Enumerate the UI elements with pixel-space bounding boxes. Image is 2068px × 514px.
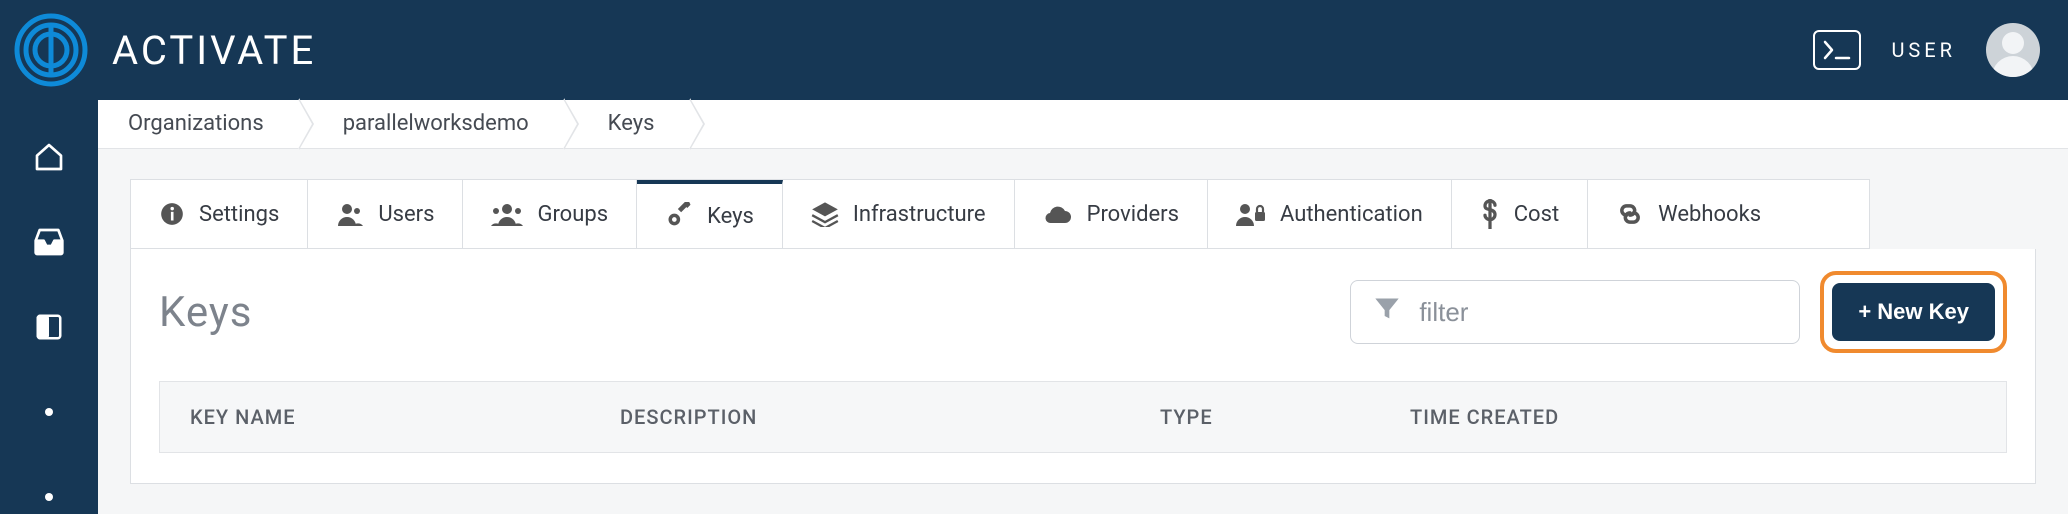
panel-actions: + New Key — [1350, 271, 2007, 353]
rail-dot-1[interactable] — [31, 394, 67, 429]
filter-input[interactable] — [1419, 297, 1777, 328]
tab-providers[interactable]: Providers — [1015, 180, 1208, 248]
layers-icon — [811, 201, 839, 227]
tab-label: Providers — [1087, 202, 1179, 227]
col-key-name: KEY NAME — [160, 405, 590, 429]
filter-icon — [1373, 295, 1401, 330]
terminal-icon[interactable] — [1813, 30, 1861, 70]
brand-name: ACTIVATE — [112, 27, 316, 74]
new-key-button[interactable]: + New Key — [1832, 283, 1995, 341]
left-rail — [0, 100, 98, 514]
user-icon — [336, 201, 364, 227]
tab-users[interactable]: Users — [308, 180, 463, 248]
tab-cost[interactable]: Cost — [1452, 180, 1588, 248]
keys-panel: Keys + New Key — [130, 249, 2036, 484]
breadcrumb-item-keys[interactable]: Keys — [564, 100, 690, 148]
group-icon — [491, 202, 523, 226]
tab-groups[interactable]: Groups — [463, 180, 637, 248]
breadcrumb-item-organizations[interactable]: Organizations — [98, 100, 299, 148]
cloud-icon — [1043, 203, 1073, 225]
sidebar-panel-icon[interactable] — [31, 310, 67, 345]
tab-keys[interactable]: Keys — [637, 180, 783, 248]
inbox-icon[interactable] — [31, 225, 67, 260]
breadcrumb-item-org[interactable]: parallelworksdemo — [299, 100, 564, 148]
topbar-right: USER — [1813, 23, 2040, 77]
tab-label: Users — [378, 202, 434, 227]
tab-label: Settings — [199, 202, 279, 227]
breadcrumb: Organizations parallelworksdemo Keys — [98, 100, 2068, 149]
tab-label: Cost — [1514, 202, 1559, 227]
dollar-icon — [1480, 199, 1500, 229]
col-type: TYPE — [1130, 405, 1380, 429]
tab-settings[interactable]: Settings — [131, 180, 308, 248]
panel-zone: Settings Users Groups Keys Infrastructur… — [98, 149, 2068, 514]
tab-label: Infrastructure — [853, 202, 986, 227]
keys-table: KEY NAME DESCRIPTION TYPE TIME CREATED — [159, 381, 2007, 453]
tab-webhooks[interactable]: Webhooks — [1588, 180, 1789, 248]
user-label: USER — [1891, 38, 1956, 62]
home-icon[interactable] — [31, 140, 67, 175]
topbar: ACTIVATE USER — [0, 0, 2068, 100]
link-icon — [1616, 201, 1644, 227]
tab-label: Authentication — [1280, 202, 1423, 227]
filter-box[interactable] — [1350, 280, 1800, 344]
col-time-created: TIME CREATED — [1380, 405, 2006, 429]
brand-block: ACTIVATE — [0, 13, 316, 87]
logo-icon — [14, 13, 88, 87]
tab-infrastructure[interactable]: Infrastructure — [783, 180, 1015, 248]
tab-label: Webhooks — [1658, 202, 1761, 227]
rail-dot-2[interactable] — [31, 479, 67, 514]
new-key-highlight: + New Key — [1820, 271, 2007, 353]
table-header-row: KEY NAME DESCRIPTION TYPE TIME CREATED — [160, 382, 2006, 452]
auth-icon — [1236, 202, 1266, 226]
panel-title: Keys — [159, 288, 252, 337]
col-description: DESCRIPTION — [590, 405, 1130, 429]
tabs: Settings Users Groups Keys Infrastructur… — [130, 179, 1870, 249]
avatar[interactable] — [1986, 23, 2040, 77]
tab-label: Groups — [537, 202, 608, 227]
tab-label: Keys — [707, 204, 754, 229]
tab-authentication[interactable]: Authentication — [1208, 180, 1452, 248]
main-area: Organizations parallelworksdemo Keys Set… — [98, 100, 2068, 514]
info-icon — [159, 201, 185, 227]
panel-header: Keys + New Key — [159, 271, 2007, 353]
key-icon — [665, 202, 693, 230]
